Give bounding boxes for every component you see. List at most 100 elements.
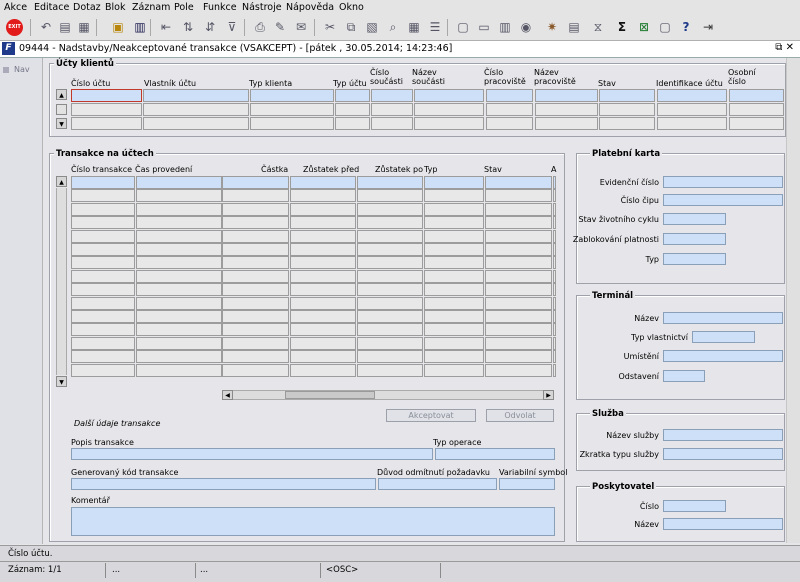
- edit-icon[interactable]: ✎: [272, 19, 288, 35]
- nav-label[interactable]: Nav: [14, 65, 30, 74]
- transaction-cell[interactable]: [485, 310, 552, 323]
- client-cell[interactable]: [657, 117, 727, 130]
- client-cell[interactable]: [599, 89, 655, 102]
- wheel-icon[interactable]: ✷: [544, 19, 560, 35]
- scroll-track[interactable]: [56, 104, 67, 115]
- komentar-field[interactable]: [71, 507, 555, 536]
- transaction-cell[interactable]: [290, 363, 356, 377]
- transaction-cell[interactable]: [290, 176, 356, 189]
- sum-icon[interactable]: Σ: [614, 19, 630, 35]
- popis-field[interactable]: [71, 448, 433, 460]
- transaction-cell[interactable]: [290, 269, 356, 283]
- client-cell[interactable]: [250, 89, 334, 102]
- menu-blok[interactable]: Blok: [105, 2, 125, 13]
- hscroll-left-icon[interactable]: ◀: [222, 390, 233, 400]
- help-icon[interactable]: ?: [678, 19, 694, 35]
- transaction-cell[interactable]: [136, 216, 222, 230]
- odstaveni-field[interactable]: [663, 370, 705, 382]
- stav-cyklu-field[interactable]: [663, 213, 726, 225]
- transaction-cell[interactable]: [290, 243, 356, 256]
- client-cell[interactable]: [486, 89, 533, 102]
- transaction-cell[interactable]: [222, 283, 289, 297]
- tx-horizontal-scrollbar[interactable]: [222, 390, 554, 400]
- transaction-cell[interactable]: [553, 216, 556, 230]
- client-cell[interactable]: [250, 103, 334, 116]
- cut-icon[interactable]: ✂: [322, 19, 338, 35]
- transaction-cell[interactable]: [424, 269, 484, 283]
- transaction-cell[interactable]: [485, 216, 552, 230]
- cislo-cipu-field[interactable]: [663, 194, 783, 206]
- client-cell[interactable]: [414, 103, 484, 116]
- transaction-cell[interactable]: [136, 296, 222, 310]
- client-cell[interactable]: [335, 103, 370, 116]
- menu-funkce[interactable]: Funkce: [203, 2, 237, 13]
- transaction-cell[interactable]: [136, 189, 222, 203]
- transaction-cell[interactable]: [357, 350, 423, 364]
- transaction-cell[interactable]: [222, 216, 289, 230]
- transaction-cell[interactable]: [136, 310, 222, 323]
- transaction-cell[interactable]: [485, 256, 552, 270]
- transaction-cell[interactable]: [222, 229, 289, 243]
- transaction-cell[interactable]: [136, 202, 222, 216]
- transaction-cell[interactable]: [553, 350, 556, 364]
- transaction-cell[interactable]: [71, 229, 135, 243]
- transaction-cell[interactable]: [357, 256, 423, 270]
- transaction-cell[interactable]: [290, 336, 356, 350]
- transaction-cell[interactable]: [485, 363, 552, 377]
- client-cell[interactable]: [486, 117, 533, 130]
- transaction-cell[interactable]: [290, 323, 356, 337]
- filter-icon[interactable]: ⊽: [224, 19, 240, 35]
- transaction-cell[interactable]: [485, 323, 552, 337]
- transaction-cell[interactable]: [424, 189, 484, 203]
- transaction-cell[interactable]: [136, 323, 222, 337]
- gen-kod-field[interactable]: [71, 478, 376, 490]
- transaction-cell[interactable]: [136, 336, 222, 350]
- menu-akce[interactable]: Akce: [4, 2, 27, 13]
- transaction-cell[interactable]: [553, 202, 556, 216]
- typ-operace-field[interactable]: [435, 448, 555, 460]
- tx-scroll-down-icon[interactable]: ▼: [56, 376, 67, 387]
- transaction-cell[interactable]: [485, 229, 552, 243]
- client-cell[interactable]: [657, 103, 727, 116]
- transaction-cell[interactable]: [357, 296, 423, 310]
- provider-cislo-field[interactable]: [663, 500, 726, 512]
- transaction-cell[interactable]: [424, 336, 484, 350]
- transaction-cell[interactable]: [485, 269, 552, 283]
- client-cell[interactable]: [71, 89, 142, 102]
- calc-icon[interactable]: ▥: [497, 19, 513, 35]
- transaction-cell[interactable]: [71, 189, 135, 203]
- transaction-cell[interactable]: [553, 310, 556, 323]
- client-cell[interactable]: [599, 117, 655, 130]
- revoke-button[interactable]: Odvolat: [486, 409, 554, 422]
- transaction-cell[interactable]: [357, 336, 423, 350]
- transaction-cell[interactable]: [553, 229, 556, 243]
- client-cell[interactable]: [71, 103, 142, 116]
- transaction-cell[interactable]: [357, 189, 423, 203]
- transaction-cell[interactable]: [290, 229, 356, 243]
- back-icon[interactable]: ↶: [38, 19, 54, 35]
- transaction-cell[interactable]: [485, 350, 552, 364]
- client-cell[interactable]: [599, 103, 655, 116]
- vertical-scrollbar[interactable]: [786, 58, 800, 543]
- transaction-cell[interactable]: [71, 310, 135, 323]
- transaction-cell[interactable]: [222, 256, 289, 270]
- transaction-cell[interactable]: [424, 296, 484, 310]
- tx-scroll-track[interactable]: [56, 188, 67, 375]
- transaction-cell[interactable]: [222, 310, 289, 323]
- transaction-cell[interactable]: [357, 176, 423, 189]
- sort-icon[interactable]: ⇅: [180, 19, 196, 35]
- transaction-cell[interactable]: [136, 243, 222, 256]
- scroll-up-icon[interactable]: ▲: [56, 89, 67, 100]
- transaction-cell[interactable]: [222, 323, 289, 337]
- client-cell[interactable]: [414, 117, 484, 130]
- menu-nastroje[interactable]: Nástroje: [242, 2, 282, 13]
- transaction-cell[interactable]: [424, 323, 484, 337]
- transaction-cell[interactable]: [290, 189, 356, 203]
- excel-icon[interactable]: ⊠: [636, 19, 652, 35]
- evidencni-field[interactable]: [663, 176, 783, 188]
- transaction-cell[interactable]: [71, 363, 135, 377]
- transaction-cell[interactable]: [357, 202, 423, 216]
- hscroll-thumb[interactable]: [285, 391, 375, 399]
- client-cell[interactable]: [143, 89, 249, 102]
- typ-vlastnictvi-field[interactable]: [692, 331, 755, 343]
